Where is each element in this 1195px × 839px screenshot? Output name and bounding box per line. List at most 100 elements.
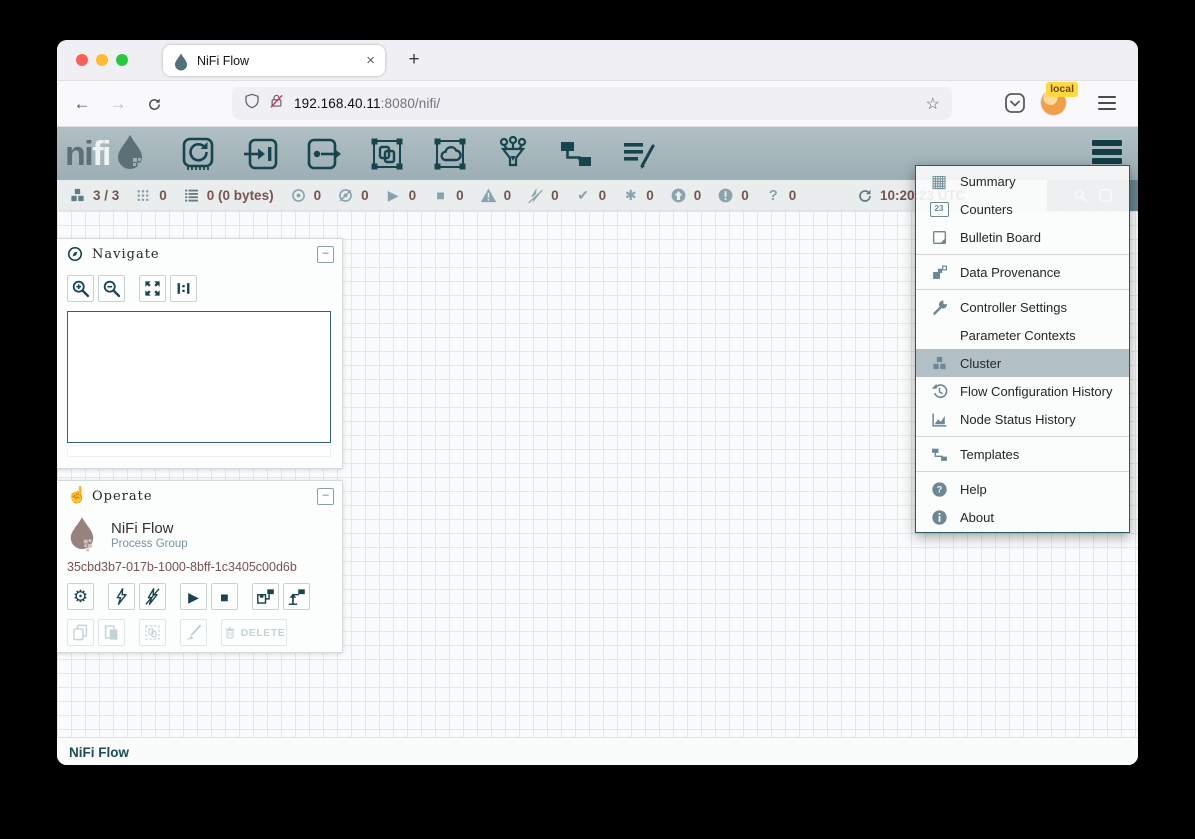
enable-button[interactable] [108,583,135,610]
window-controls[interactable] [76,54,128,66]
process-group-drop-icon [67,516,97,554]
menu-item-help[interactable]: ?Help [916,475,1129,503]
global-menu-icon[interactable] [1092,140,1122,164]
birdseye-minimap[interactable] [67,311,331,443]
palette-remote-process-group[interactable] [430,135,470,173]
menu-item-label: Summary [960,174,1016,189]
minimize-window-button[interactable] [96,54,108,66]
cluster-icon [929,354,949,372]
stat-threads-value: 0 [159,188,167,203]
operate-panel: ☝ Operate – NiFi Flow Process Group 35cb… [57,480,343,653]
delete-button[interactable]: DELETE [221,619,287,646]
paste-button[interactable] [98,619,125,646]
stat-not-transmitting: 0 [337,187,369,204]
browser-tab[interactable]: NiFi Flow × [163,45,385,76]
operate-header[interactable]: ☝ Operate – [57,481,342,511]
brush-button[interactable] [180,619,207,646]
palette-output-port[interactable] [304,135,344,173]
fit-button[interactable] [139,275,166,302]
about-icon [929,508,949,526]
counters-icon: 23 [929,200,949,218]
close-tab-icon[interactable]: × [366,53,375,68]
stat-disabled-value: 0 [551,188,559,203]
collapse-navigate-button[interactable]: – [317,246,334,263]
palette-label[interactable] [619,135,659,173]
menu-item-templates[interactable]: Templates [916,440,1129,468]
stat-transmitting-value: 0 [314,188,322,203]
palette-input-port[interactable] [241,135,281,173]
menu-item-label: Counters [960,202,1013,217]
menu-item-bulletin-board[interactable]: Bulletin Board [916,223,1129,251]
actual-size-button[interactable] [170,275,197,302]
back-button[interactable]: ← [69,91,95,117]
stat-running-value: 0 [409,188,417,203]
copy-button[interactable] [67,619,94,646]
menu-item-summary[interactable]: ▦Summary [916,167,1129,195]
stop-button[interactable]: ■ [211,583,238,610]
menu-separator [916,254,1129,255]
reload-button[interactable] [141,91,167,117]
forward-button[interactable]: → [105,91,131,117]
menu-item-controller-settings[interactable]: Controller Settings [916,293,1129,321]
nifi-logo: nifi [65,134,148,174]
start-button[interactable]: ▶ [180,583,207,610]
menu-item-parameter-contexts[interactable]: Parameter Contexts [916,321,1129,349]
flow-stats: 3 / 300 (0 bytes)00▶0■000✔0✱000?0 [69,187,796,204]
help-icon: ? [929,480,949,498]
stat-running: ▶0 [385,187,417,204]
controller-settings-icon [929,298,949,316]
palette-processor[interactable] [178,135,218,173]
menu-item-label: Bulletin Board [960,230,1041,245]
sync-failure-icon: ? [765,187,782,204]
url-bar[interactable]: 192.168.40.11:8080/nifi/ ☆ [232,87,952,120]
stat-invalid-value: 0 [504,188,512,203]
refresh-icon[interactable] [857,188,873,204]
birdseye-strip [67,445,331,457]
zoom-out-button[interactable] [98,275,125,302]
flow-configuration-history-icon [929,382,949,400]
insecure-lock-icon[interactable] [269,93,284,114]
logo-text-fi: fi [92,135,110,173]
menu-item-node-status-history[interactable]: Node Status History [916,405,1129,433]
menu-item-data-provenance[interactable]: Data Provenance [916,258,1129,286]
templates-icon [929,445,949,463]
stat-queued-value: 0 (0 bytes) [207,188,274,203]
stat-invalid: 0 [480,187,512,204]
stat-threads: 0 [135,187,167,204]
tracking-shield-icon[interactable] [244,93,260,114]
breadcrumb-bar: NiFi Flow [57,737,1138,765]
nifi-app: nifi 3 / 300 (0 bytes)00▶0■000✔0✱000?0 1… [57,127,1138,765]
menu-item-flow-configuration-history[interactable]: Flow Configuration History [916,377,1129,405]
save-template-button[interactable] [252,583,279,610]
palette-template[interactable] [556,135,596,173]
menu-item-label: Node Status History [960,412,1076,427]
close-window-button[interactable] [76,54,88,66]
settings-button[interactable]: ⚙ [67,583,94,610]
locally-modified-icon: ✱ [622,187,639,204]
palette-process-group[interactable] [367,135,407,173]
collapse-operate-button[interactable]: – [317,488,334,505]
browser-menu-icon[interactable] [1098,96,1116,110]
menu-item-cluster[interactable]: Cluster [916,349,1129,377]
stat-sync-failure-value: 0 [789,188,797,203]
url-text[interactable]: 192.168.40.11:8080/nifi/ [294,96,440,111]
stat-up-to-date-value: 0 [599,188,607,203]
bookmark-star-icon[interactable]: ☆ [926,94,940,114]
menu-item-label: Controller Settings [960,300,1067,315]
menu-item-label: Data Provenance [960,265,1060,280]
breadcrumb[interactable]: NiFi Flow [69,745,129,760]
upload-template-button[interactable] [283,583,310,610]
pocket-icon[interactable] [1003,91,1027,115]
menu-item-about[interactable]: About [916,503,1129,531]
group-button[interactable] [139,619,166,646]
zoom-window-button[interactable] [116,54,128,66]
new-tab-button[interactable]: + [401,47,427,73]
nifi-favicon-icon [173,53,189,69]
zoom-in-button[interactable] [67,275,94,302]
navigate-header[interactable]: Navigate – [57,239,342,269]
menu-item-counters[interactable]: 23 Counters [916,195,1129,223]
menu-item-label: Templates [960,447,1019,462]
queued-icon [183,187,200,204]
palette-funnel[interactable] [493,135,533,173]
disable-button[interactable] [139,583,166,610]
